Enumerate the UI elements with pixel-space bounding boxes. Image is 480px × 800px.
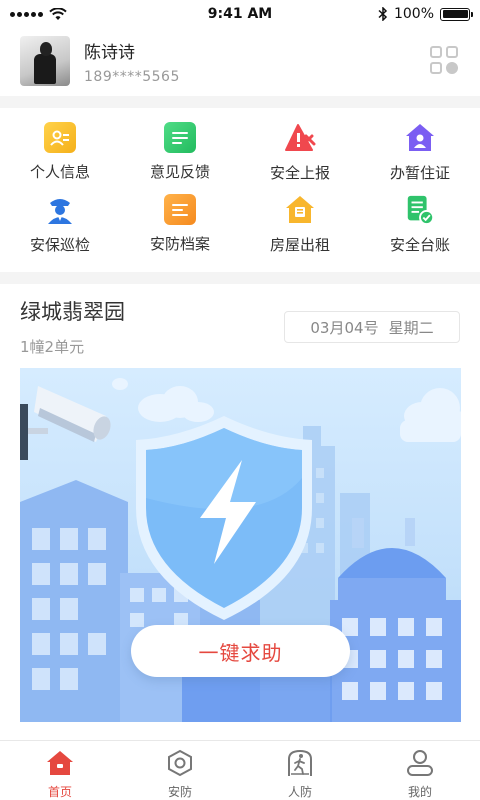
feedback-icon xyxy=(164,122,196,153)
apps-grid-icon[interactable] xyxy=(430,46,460,76)
service-menu: 个人信息 意见反馈 安全上报 办暂住证 安保巡检 安防档案 房屋出租 安全台账 xyxy=(0,110,480,266)
home-icon xyxy=(47,751,73,775)
menu-item-personal-info[interactable]: 个人信息 xyxy=(0,110,120,182)
profile-header: 陈诗诗 189****5565 xyxy=(0,28,480,94)
menu-item-house-rental[interactable]: 房屋出租 xyxy=(240,182,360,254)
menu-label: 安全上报 xyxy=(269,164,330,182)
residence-permit-icon xyxy=(404,122,436,154)
bluetooth-icon xyxy=(378,7,388,21)
status-bar: 9:41 AM 100% xyxy=(0,0,480,28)
tab-security[interactable]: 安防 xyxy=(120,741,240,800)
menu-label: 个人信息 xyxy=(29,163,90,181)
user-phone: 189****5565 xyxy=(84,68,180,85)
menu-label: 安全台账 xyxy=(389,236,450,254)
menu-item-safety-report[interactable]: 安全上报 xyxy=(240,110,360,182)
menu-label: 办暂住证 xyxy=(389,164,450,182)
battery-icon xyxy=(440,7,473,21)
menu-item-guard-patrol[interactable]: 安保巡检 xyxy=(0,182,120,254)
id-card-icon xyxy=(44,122,76,153)
security-ledger-icon xyxy=(404,194,436,226)
house-rental-icon xyxy=(284,194,316,226)
menu-label: 安防档案 xyxy=(149,235,210,253)
user-name: 陈诗诗 xyxy=(84,42,135,63)
menu-item-feedback[interactable]: 意见反馈 xyxy=(120,110,240,182)
date-badge: 03月04号 星期二 xyxy=(284,311,460,343)
menu-label: 安保巡检 xyxy=(29,236,90,254)
sos-banner: 一键求助 xyxy=(20,368,461,722)
tab-mine[interactable]: 我的 xyxy=(360,741,480,800)
tab-label: 我的 xyxy=(407,785,432,799)
tab-label: 安防 xyxy=(167,785,192,799)
menu-label: 房屋出租 xyxy=(269,236,330,254)
signal-icon xyxy=(10,11,43,17)
avatar[interactable] xyxy=(20,36,70,86)
guard-patrol-icon xyxy=(44,194,76,226)
menu-item-residence-permit[interactable]: 办暂住证 xyxy=(360,110,480,182)
sos-help-button[interactable]: 一键求助 xyxy=(131,625,350,677)
date-text: 03月04号 xyxy=(310,318,379,337)
tab-label: 首页 xyxy=(47,785,72,799)
user-icon xyxy=(407,750,433,776)
person-run-icon xyxy=(288,749,312,776)
battery-percent: 100% xyxy=(393,6,434,22)
tab-civil-defense[interactable]: 人防 xyxy=(240,741,360,800)
hexagon-icon xyxy=(168,749,192,777)
status-time: 9:41 AM xyxy=(207,6,273,22)
weekday-text: 星期二 xyxy=(388,318,434,337)
tab-label: 人防 xyxy=(287,785,312,799)
warning-report-icon xyxy=(284,122,316,154)
section-divider xyxy=(0,272,480,284)
bottom-tab-bar: 首页 安防 人防 我的 xyxy=(0,740,480,800)
section-divider xyxy=(0,96,480,108)
menu-item-security-ledger[interactable]: 安全台账 xyxy=(360,182,480,254)
location-section: 绿城翡翠园 1幢2单元 03月04号 星期二 xyxy=(20,296,460,357)
tab-home[interactable]: 首页 xyxy=(0,741,120,800)
wifi-icon xyxy=(49,7,67,20)
menu-item-security-archive[interactable]: 安防档案 xyxy=(120,182,240,254)
menu-label: 意见反馈 xyxy=(149,163,210,181)
security-file-icon xyxy=(164,194,196,225)
